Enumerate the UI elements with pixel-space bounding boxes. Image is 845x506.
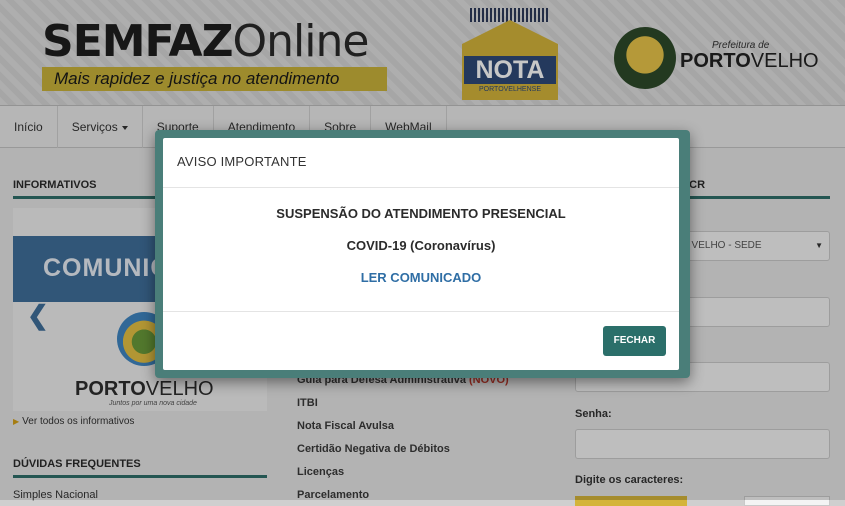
page-background: SEMFAZOnline Mais rapidez e justiça no a…	[0, 0, 845, 506]
modal-header-divider	[163, 187, 679, 188]
modal-headline: SUSPENSÃO DO ATENDIMENTO PRESENCIAL	[276, 206, 566, 221]
modal-title: AVISO IMPORTANTE	[177, 154, 307, 169]
modal-footer-divider	[163, 311, 679, 312]
aviso-modal: AVISO IMPORTANTE SUSPENSÃO DO ATENDIMENT…	[163, 138, 679, 370]
fechar-button[interactable]: FECHAR	[603, 326, 666, 356]
ler-comunicado-link[interactable]: LER COMUNICADO	[163, 270, 679, 285]
modal-subheadline: COVID-19 (Coronavírus)	[346, 238, 496, 253]
